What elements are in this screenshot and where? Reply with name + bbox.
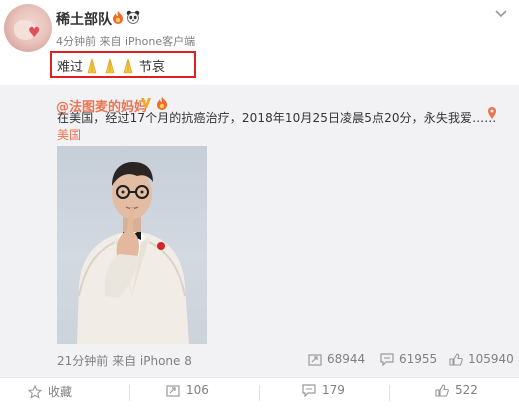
fire-badge-icon[interactable]	[111, 11, 125, 24]
action-separator	[259, 385, 260, 401]
action-bar: 收藏 106 179 522	[0, 383, 519, 405]
repost-time-source: 21分钟前 来自 iPhone 8	[57, 354, 192, 368]
forward-icon	[166, 384, 180, 397]
man-in-white-jacket-illustration	[77, 162, 189, 344]
post-meta: 4分钟前 来自 iPhone客户端	[56, 35, 196, 48]
post-username[interactable]: 稀土部队	[56, 9, 112, 29]
comment-count: 179	[322, 383, 345, 397]
location-link[interactable]: 美国	[57, 126, 81, 143]
panda-badge-icon[interactable]	[126, 10, 140, 24]
like-icon	[435, 383, 449, 397]
comment-button[interactable]: 179	[302, 383, 345, 397]
repost-comment-count[interactable]: 61955	[380, 352, 437, 366]
chevron-down-icon[interactable]	[495, 10, 507, 18]
repost-forward-count[interactable]: 68944	[308, 352, 365, 366]
highlight-box	[50, 51, 196, 78]
like-icon	[449, 352, 463, 366]
like-count: 522	[455, 383, 478, 397]
verified-v-icon	[141, 98, 151, 108]
favorite-button[interactable]: 收藏	[28, 383, 72, 400]
weibo-post-card: ♥ 稀土部队 4分钟前 来自 iPhone客户端 难过 节哀 @法图麦的妈妈 在…	[0, 0, 519, 409]
action-separator	[389, 385, 390, 401]
forward-icon	[308, 353, 322, 366]
repost-photo[interactable]	[57, 146, 207, 344]
location-pin-icon[interactable]	[487, 107, 497, 119]
star-icon	[28, 384, 42, 399]
avatar[interactable]: ♥	[4, 4, 52, 52]
comment-icon	[380, 352, 394, 366]
forward-count: 106	[186, 383, 209, 397]
favorite-label: 收藏	[48, 385, 73, 399]
like-button[interactable]: 522	[435, 383, 478, 397]
repost-text: 在美国，经过17个月的抗癌治疗，2018年10月25日凌晨5点20分，永失我爱……	[57, 111, 497, 125]
comment-icon	[302, 383, 316, 397]
avatar-heart-icon: ♥	[28, 25, 41, 41]
repost-like-number: 105940	[468, 352, 514, 366]
repost-like-count[interactable]: 105940	[449, 352, 514, 366]
action-separator	[129, 385, 130, 401]
action-bar-divider	[0, 377, 519, 378]
repost-comment-number: 61955	[399, 352, 438, 366]
forward-button[interactable]: 106	[166, 383, 209, 397]
repost-forward-number: 68944	[327, 352, 366, 366]
